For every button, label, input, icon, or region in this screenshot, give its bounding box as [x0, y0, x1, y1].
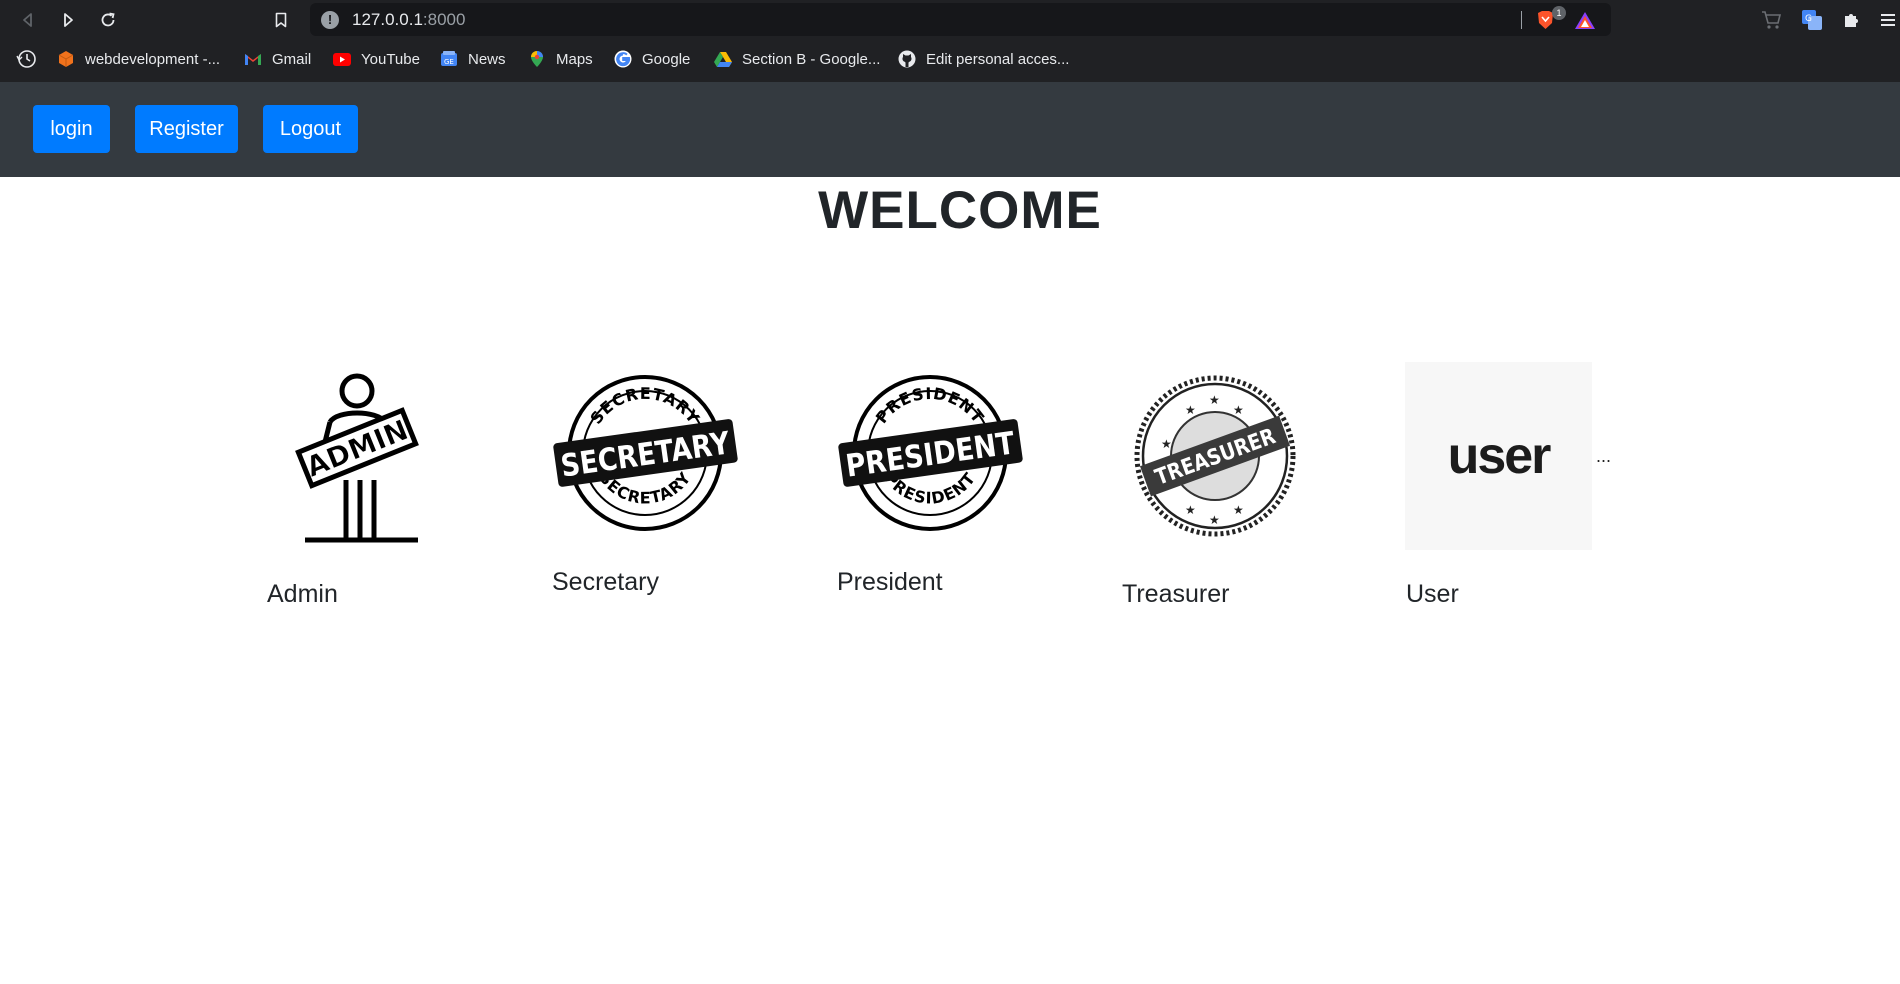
address-divider [1521, 11, 1522, 29]
browser-toolbar: ! 127.0.0.1:8000 1 G [0, 0, 1900, 40]
bookmark-maps[interactable]: Maps [528, 48, 593, 70]
bookmark-page-button[interactable] [267, 6, 295, 34]
bookmark-google[interactable]: Google [614, 48, 690, 70]
youtube-icon [333, 50, 351, 68]
bookmark-label: Maps [556, 50, 593, 68]
role-label-user[interactable]: User [1406, 580, 1459, 609]
bookmark-label: Google [642, 50, 691, 68]
url-port: :8000 [422, 10, 466, 29]
puzzle-extensions-icon[interactable] [1840, 8, 1864, 32]
svg-text:★: ★ [1161, 437, 1172, 451]
login-button[interactable]: login [33, 105, 110, 153]
svg-text:★: ★ [1233, 503, 1244, 517]
menu-icon[interactable] [1876, 8, 1900, 32]
role-label-secretary[interactable]: Secretary [552, 568, 659, 597]
bookmark-label: Section B - Google... [742, 50, 881, 68]
google-icon [614, 50, 632, 68]
reload-icon [101, 12, 115, 27]
bookmark-label: News [468, 50, 506, 68]
svg-text:★: ★ [1185, 503, 1196, 517]
role-label-treasurer[interactable]: Treasurer [1122, 580, 1229, 609]
bookmarks-bar: webdevelopment -... Gmail YouTube GE New… [0, 44, 1900, 74]
user-logo-text: user [1447, 427, 1552, 485]
shields-badge: 1 [1552, 6, 1566, 20]
admin-image[interactable]: ADMIN [285, 370, 435, 545]
cart-extension-icon[interactable] [1760, 8, 1784, 32]
bookmark-label: Gmail [272, 50, 312, 68]
drive-icon [714, 50, 732, 68]
cube-icon [57, 50, 75, 68]
gmail-icon [244, 50, 262, 68]
bookmark-webdevelopment[interactable]: webdevelopment -... [57, 48, 220, 70]
overflow-ellipsis: ... [1596, 446, 1612, 466]
browser-chrome: ! 127.0.0.1:8000 1 G webdevelopment -... [0, 0, 1900, 82]
svg-text:G: G [1805, 14, 1812, 24]
bookmark-section-b[interactable]: Section B - Google... [714, 48, 880, 70]
svg-text:★: ★ [1233, 403, 1244, 417]
reload-button[interactable] [94, 6, 122, 34]
treasurer-stamp-image[interactable]: ★★★ ★★ ★★★ TREASURER [1133, 374, 1297, 538]
bookmark-label: webdevelopment -... [85, 50, 221, 68]
bookmark-github[interactable]: Edit personal acces... [898, 48, 1069, 70]
history-icon[interactable] [16, 48, 38, 70]
role-label-admin[interactable]: Admin [267, 580, 338, 609]
url-host: 127.0.0.1 [352, 10, 423, 29]
forward-button[interactable] [54, 6, 82, 34]
bookmark-label: YouTube [361, 50, 420, 68]
forward-arrow-icon [64, 13, 73, 27]
page-title: WELCOME [818, 181, 1102, 240]
back-button[interactable] [14, 6, 42, 34]
bookmark-youtube[interactable]: YouTube [333, 48, 420, 70]
bookmark-gmail[interactable]: Gmail [244, 48, 311, 70]
bookmark-icon [275, 12, 287, 28]
address-url[interactable]: 127.0.0.1:8000 [352, 10, 465, 30]
github-icon [898, 50, 916, 68]
svg-text:★: ★ [1209, 513, 1220, 527]
brave-rewards-icon[interactable] [1574, 11, 1596, 30]
news-icon: GE [440, 50, 458, 68]
svg-text:★: ★ [1209, 393, 1220, 407]
back-arrow-icon [23, 13, 32, 27]
bookmark-news[interactable]: GE News [440, 48, 506, 70]
admin-stamp-text: ADMIN [302, 413, 413, 484]
svg-text:★: ★ [1185, 403, 1196, 417]
site-navbar: login Register Logout [0, 82, 1900, 177]
role-label-president[interactable]: President [837, 568, 943, 597]
president-stamp-image[interactable]: PRESIDENT PRESIDENT PRESIDENT [838, 372, 1023, 534]
secretary-stamp-image[interactable]: SECRETARY SECRETARY SECRETARY [553, 372, 738, 534]
register-button[interactable]: Register [135, 105, 238, 153]
bookmark-label: Edit personal acces... [926, 50, 1070, 68]
user-image[interactable]: user [1405, 362, 1592, 550]
address-bar[interactable]: ! 127.0.0.1:8000 1 [310, 3, 1611, 36]
translate-extension-icon[interactable]: G [1800, 8, 1824, 32]
site-info-icon[interactable]: ! [321, 11, 339, 29]
svg-text:GE: GE [444, 58, 454, 66]
maps-icon [528, 50, 546, 68]
logout-button[interactable]: Logout [263, 105, 358, 153]
